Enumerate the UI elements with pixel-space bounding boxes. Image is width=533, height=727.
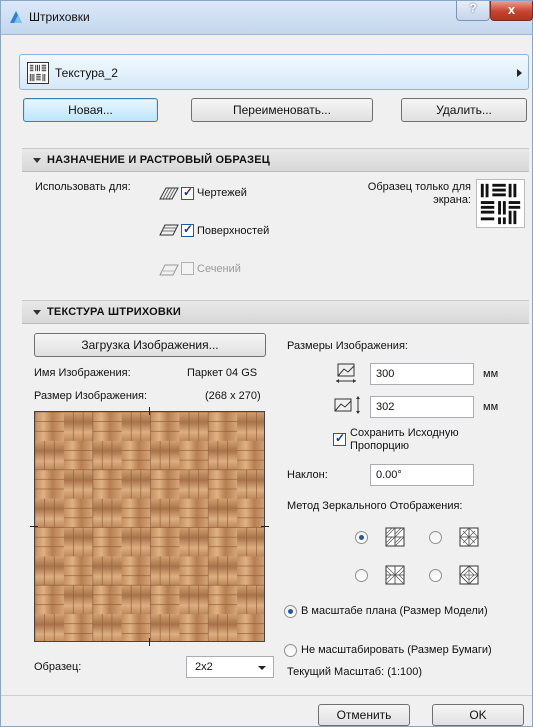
hatch-pattern-icon <box>27 62 49 84</box>
chevron-down-icon <box>258 666 266 670</box>
mirror-option-horizontal-radio[interactable] <box>429 531 442 544</box>
image-height-input[interactable]: 302 <box>370 396 474 418</box>
screen-only-label: Образец только для экрана: <box>367 181 471 206</box>
load-image-button[interactable]: Загрузка Изображения... <box>34 333 266 357</box>
collapse-triangle-icon[interactable] <box>33 310 41 315</box>
image-dimensions-label: Размеры Изображения: <box>287 340 408 352</box>
height-unit: мм <box>483 401 499 413</box>
current-scale-text: Текущий Масштаб: (1:100) <box>287 666 423 678</box>
texture-preview <box>34 411 265 642</box>
new-button[interactable]: Новая... <box>23 98 158 122</box>
screen-pattern-icon[interactable] <box>476 179 525 228</box>
scale-model-radio[interactable] <box>284 605 297 618</box>
ok-button[interactable]: OK <box>432 704 524 726</box>
drawing-fill-icon <box>159 187 179 200</box>
footer-divider <box>1 695 532 696</box>
hatch-dialog: Штриховки ? x Текстура_2 Новая... Переим… <box>0 0 533 727</box>
texture-section-header[interactable]: ТЕКСТУРА ШТРИХОВКИ <box>22 300 529 324</box>
hatch-selector[interactable]: Текстура_2 <box>19 54 529 90</box>
use-for-label: Использовать для: <box>35 181 131 193</box>
drawings-label: Чертежей <box>197 187 247 199</box>
width-unit: мм <box>483 368 499 380</box>
mirror-option-vertical-radio[interactable] <box>355 569 368 582</box>
mirror-horizontal-icon <box>459 527 479 547</box>
surfaces-label: Поверхностей <box>197 225 270 237</box>
window-title: Штриховки <box>29 10 90 24</box>
collapse-triangle-icon[interactable] <box>33 158 41 163</box>
scale-paper-label: Не масштабировать (Размер Бумаги) <box>301 644 492 656</box>
parquet-texture-image <box>35 412 264 641</box>
image-name-value: Паркет 04 GS <box>187 367 258 379</box>
chevron-right-icon[interactable] <box>517 69 522 77</box>
mirror-option-both-radio[interactable] <box>429 569 442 582</box>
height-icon <box>334 396 360 414</box>
mirror-vertical-icon <box>385 565 405 585</box>
image-size-label: Размер Изображения: <box>34 390 148 402</box>
texture-section-title: ТЕКСТУРА ШТРИХОВКИ <box>47 306 182 318</box>
cut-fill-icon <box>159 264 179 276</box>
drawings-checkbox[interactable] <box>181 185 194 200</box>
preview-center-mark-top <box>149 407 150 415</box>
cuts-checkbox[interactable] <box>181 262 194 275</box>
keep-ratio-checkbox[interactable] <box>333 431 346 446</box>
assignment-section-title: НАЗНАЧЕНИЕ И РАСТРОВЫЙ ОБРАЗЕЦ <box>47 154 270 166</box>
mirror-none-icon <box>385 527 405 547</box>
scale-paper-radio[interactable] <box>284 644 297 657</box>
preview-center-mark-bottom <box>149 638 150 646</box>
assignment-section-header[interactable]: НАЗНАЧЕНИЕ И РАСТРОВЫЙ ОБРАЗЕЦ <box>22 148 529 172</box>
hatch-name: Текстура_2 <box>55 66 118 80</box>
surface-fill-icon <box>159 224 179 236</box>
scale-model-label: В масштабе плана (Размер Модели) <box>301 605 488 617</box>
app-icon <box>10 11 22 23</box>
mirror-both-icon <box>459 565 479 585</box>
angle-label: Наклон: <box>287 469 328 481</box>
preview-center-mark-left <box>30 526 38 527</box>
delete-button[interactable]: Удалить... <box>401 98 527 122</box>
sample-label: Образец: <box>34 661 82 673</box>
angle-input[interactable]: 0.00° <box>370 464 474 486</box>
image-width-input[interactable]: 300 <box>370 363 474 385</box>
image-size-value: (268 x 270) <box>205 390 261 402</box>
image-name-label: Имя Изображения: <box>34 367 131 379</box>
mirror-method-label: Метод Зеркального Отображения: <box>287 500 463 512</box>
title-bar[interactable]: Штриховки ? x <box>1 1 533 35</box>
sample-value: 2x2 <box>195 661 213 673</box>
keep-ratio-label: Сохранить Исходную Пропорцию <box>350 427 459 452</box>
close-button[interactable]: x <box>490 1 533 21</box>
preview-center-mark-right <box>261 526 269 527</box>
rename-button[interactable]: Переименовать... <box>191 98 373 122</box>
cuts-label: Сечений <box>197 263 241 275</box>
surfaces-checkbox[interactable] <box>181 222 194 237</box>
mirror-option-none-radio[interactable] <box>355 531 368 544</box>
cancel-button[interactable]: Отменить <box>318 704 410 726</box>
width-icon <box>336 363 356 383</box>
sample-select[interactable]: 2x2 <box>186 656 274 678</box>
help-button[interactable]: ? <box>456 1 490 21</box>
